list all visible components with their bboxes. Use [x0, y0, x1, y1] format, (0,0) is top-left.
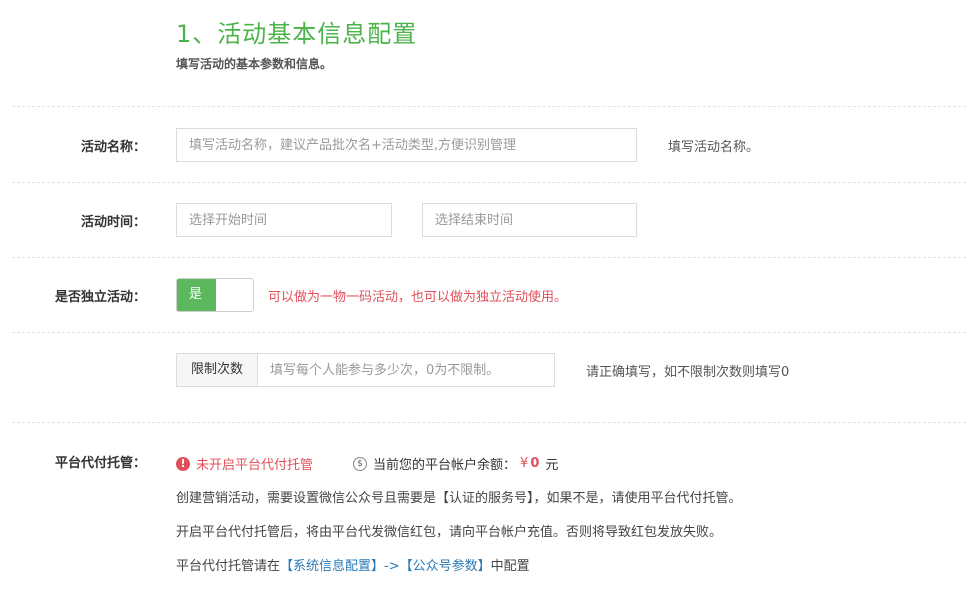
activity-name-label: 活动名称：	[80, 140, 146, 155]
divider	[12, 422, 966, 423]
activity-name-help: 填写活动名称。	[668, 140, 760, 155]
section-subtitle: 填写活动的基本参数和信息。	[176, 57, 333, 71]
independent-activity-hint: 可以做为一物一码活动，也可以做为独立活动使用。	[268, 290, 568, 305]
note3-suffix: 中配置	[490, 559, 530, 574]
arrow-text: ->	[384, 559, 400, 574]
escrow-note-1: 创建营销活动，需要设置微信公众号且需要是【认证的服务号】，如果不是，请使用平台代…	[176, 491, 742, 506]
divider	[12, 332, 966, 333]
escrow-note-2: 开启平台代付托管后，将由平台代发微信红包，请向平台帐户充值。否则将导致红包发放失…	[176, 525, 723, 540]
activity-time-label: 活动时间：	[80, 215, 146, 230]
divider	[12, 106, 966, 107]
divider	[12, 182, 966, 183]
divider	[12, 257, 966, 258]
dollar-coin-icon: $	[353, 456, 368, 471]
start-time-input[interactable]	[176, 203, 392, 237]
independent-activity-label: 是否独立活动：	[54, 290, 146, 305]
system-config-link[interactable]: 【系统信息配置】	[280, 559, 384, 574]
escrow-note-3: 平台代付托管请在【系统信息配置】->【公众号参数】中配置	[176, 555, 530, 574]
end-time-input[interactable]	[422, 203, 637, 237]
escrow-status-line: ! 未开启平台代付托管 $ 当前您的平台帐户余额： ¥ 0 元	[176, 454, 558, 473]
currency-symbol: ¥	[520, 456, 529, 471]
wechat-params-link[interactable]: 【公众号参数】	[400, 559, 491, 574]
balance-value: 0	[530, 456, 540, 471]
limit-count-input[interactable]	[258, 354, 554, 386]
limit-count-help: 请正确填写，如不限制次数则填写0	[586, 365, 790, 380]
toggle-on-label: 是	[177, 279, 216, 311]
balance-label: 当前您的平台帐户余额：	[373, 458, 517, 473]
escrow-label: 平台代付托管：	[54, 456, 146, 471]
limit-count-addon: 限制次数	[177, 354, 258, 386]
alert-circle-icon: !	[176, 456, 190, 471]
note3-prefix: 平台代付托管请在	[176, 559, 281, 574]
independent-activity-toggle[interactable]: 是	[176, 278, 254, 312]
balance-unit: 元	[545, 458, 559, 473]
escrow-status: 未开启平台代付托管	[196, 458, 314, 473]
limit-count-group: 限制次数	[176, 353, 555, 387]
activity-name-input[interactable]	[176, 128, 637, 162]
section-title: 1、活动基本信息配置	[176, 20, 418, 48]
